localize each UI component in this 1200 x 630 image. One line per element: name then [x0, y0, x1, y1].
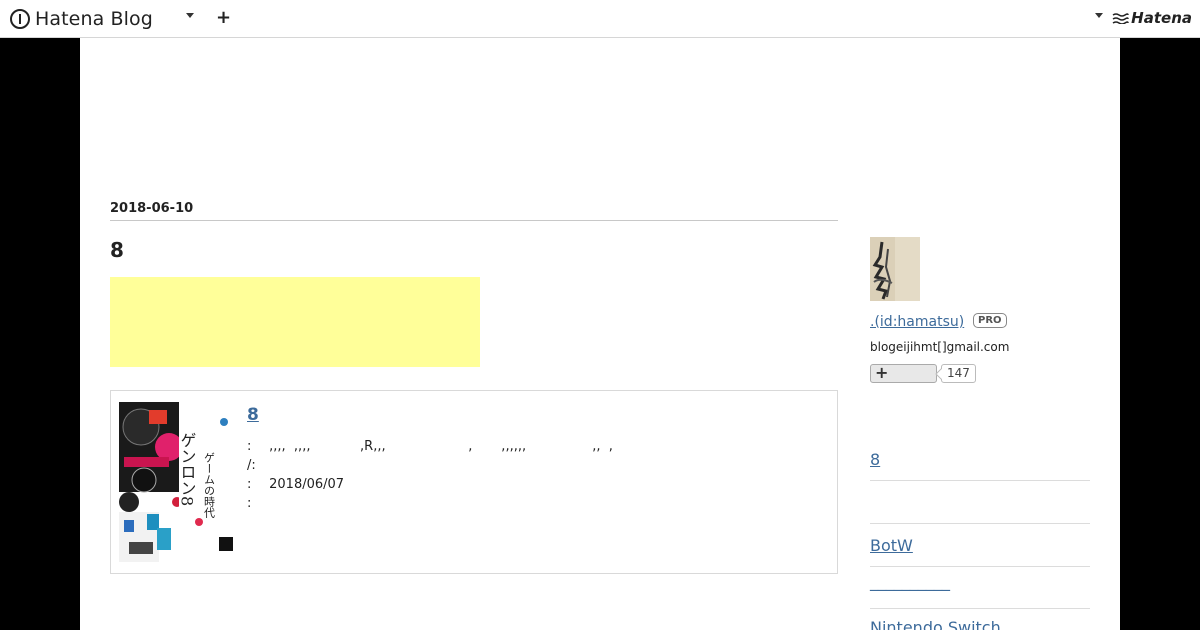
sidebar-link-text[interactable]: BotW: [870, 536, 913, 555]
book-details: : ,,,, ,,,, ,R,,, , ,,,,,, ,, , /: : 201…: [247, 437, 613, 513]
avatar-image: [870, 237, 920, 301]
sidebar-divider: [870, 523, 1090, 524]
chevron-down-icon[interactable]: [186, 13, 194, 18]
book-title-link[interactable]: 8: [247, 405, 259, 425]
author-email: blogeijihmt[]gmail.com: [870, 340, 1010, 354]
book-detail-row: :: [247, 494, 613, 513]
detail-label: :: [247, 439, 252, 454]
date-divider: [110, 220, 838, 221]
ad-banner[interactable]: [110, 277, 480, 367]
sidebar-link-text[interactable]: 8: [870, 450, 880, 469]
detail-label: :: [247, 477, 252, 492]
hatena-logo[interactable]: Hatena: [1112, 9, 1192, 27]
hatena-wordmark: Hatena: [1131, 9, 1192, 27]
global-header: Hatena Blog + Hatena: [0, 0, 1200, 38]
hatena-wave-icon: [1112, 13, 1129, 24]
sidebar-link-text[interactable]: Nintendo Switch: [870, 618, 1001, 630]
sidebar-link[interactable]: 8: [870, 450, 1090, 469]
detail-label: /:: [247, 458, 256, 473]
sidebar-link-text[interactable]: __________: [870, 572, 950, 591]
logo-text: Hatena Blog: [35, 8, 153, 30]
sidebar-divider: [870, 566, 1090, 567]
author-avatar[interactable]: [870, 237, 920, 301]
svg-text:ゲームの時代: ゲームの時代: [203, 452, 216, 519]
svg-text:ゲンロン8: ゲンロン8: [178, 432, 197, 506]
book-cover-art: ゲンロン8 ゲームの時代: [119, 402, 233, 562]
detail-value: ,,,, ,,,, ,R,,, , ,,,,,, ,, ,: [265, 439, 613, 454]
follow-button[interactable]: +: [870, 363, 937, 383]
sidebar-link[interactable]: __________: [870, 572, 1090, 591]
sidebar-divider: [870, 608, 1090, 609]
hatena-blog-icon: [10, 9, 30, 29]
plus-icon: +: [875, 363, 889, 382]
book-card: ゲンロン8 ゲームの時代 8 : ,,,, ,,,, ,R,,, , ,,,,,…: [110, 390, 838, 574]
follower-count: 147: [941, 364, 976, 383]
entry-date[interactable]: 2018-06-10: [110, 201, 193, 216]
pro-badge: PRO: [973, 313, 1007, 328]
entry-title[interactable]: 8: [110, 238, 124, 262]
sidebar-divider: [870, 480, 1090, 481]
user-menu-chevron-icon[interactable]: [1095, 13, 1103, 18]
sidebar-link[interactable]: BotW: [870, 536, 1090, 555]
book-cover-image[interactable]: ゲンロン8 ゲームの時代: [119, 402, 233, 562]
book-detail-row: /:: [247, 456, 613, 475]
sidebar-link[interactable]: Nintendo Switch: [870, 618, 1090, 630]
detail-label: :: [247, 496, 252, 511]
blog-page: 2018-06-10 8 ゲンロン8 ゲームの時代 8: ,,,, ,,,, …: [80, 38, 1120, 630]
detail-value: 2018/06/07: [265, 477, 345, 492]
author-id-link[interactable]: .(id:hamatsu): [870, 314, 964, 330]
book-detail-row: : ,,,, ,,,, ,R,,, , ,,,,,, ,, ,: [247, 437, 613, 456]
book-detail-row: : 2018/06/07: [247, 475, 613, 494]
plus-icon[interactable]: +: [216, 7, 231, 29]
hatena-blog-logo[interactable]: Hatena Blog: [10, 7, 153, 31]
